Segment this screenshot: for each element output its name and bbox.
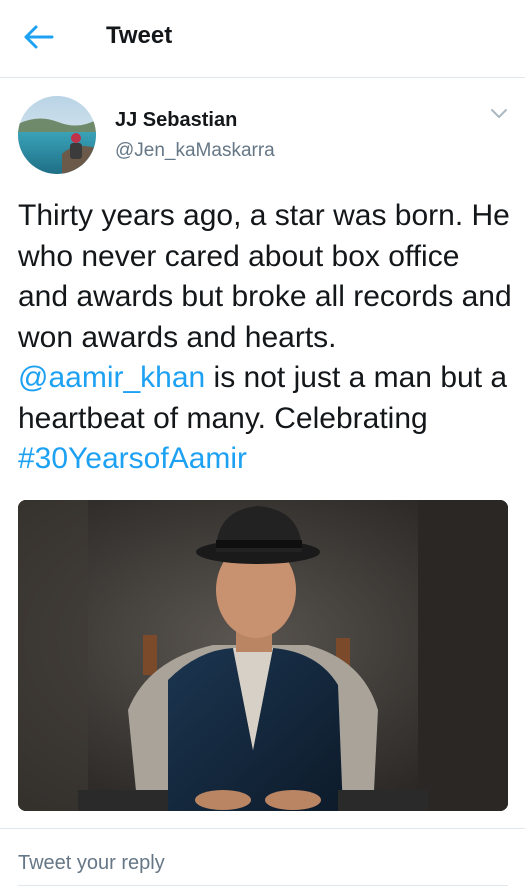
page-title: Tweet xyxy=(106,22,173,49)
avatar[interactable] xyxy=(18,96,96,174)
more-options-button[interactable] xyxy=(488,106,510,122)
author-handle[interactable]: @Jen_kaMaskarra xyxy=(115,140,275,162)
reply-underline xyxy=(18,885,508,886)
top-bar: Tweet xyxy=(0,0,525,78)
tweet-text: Thirty years ago, a star was born. He wh… xyxy=(18,196,513,480)
tweet-media-photo[interactable] xyxy=(18,500,508,811)
back-button[interactable] xyxy=(22,22,58,52)
avatar-image xyxy=(18,96,96,174)
chevron-down-icon xyxy=(491,109,507,118)
author-name[interactable]: JJ Sebastian xyxy=(115,109,237,132)
mention-link[interactable]: @aamir_khan xyxy=(18,361,205,394)
hashtag-link[interactable]: #30YearsofAamir xyxy=(18,442,247,475)
tweet-text-part: Thirty years ago, a star was born. He wh… xyxy=(18,199,512,354)
reply-input[interactable] xyxy=(18,847,508,879)
back-arrow-icon xyxy=(24,25,54,49)
reply-bar xyxy=(0,828,525,894)
photo-image xyxy=(18,500,508,811)
